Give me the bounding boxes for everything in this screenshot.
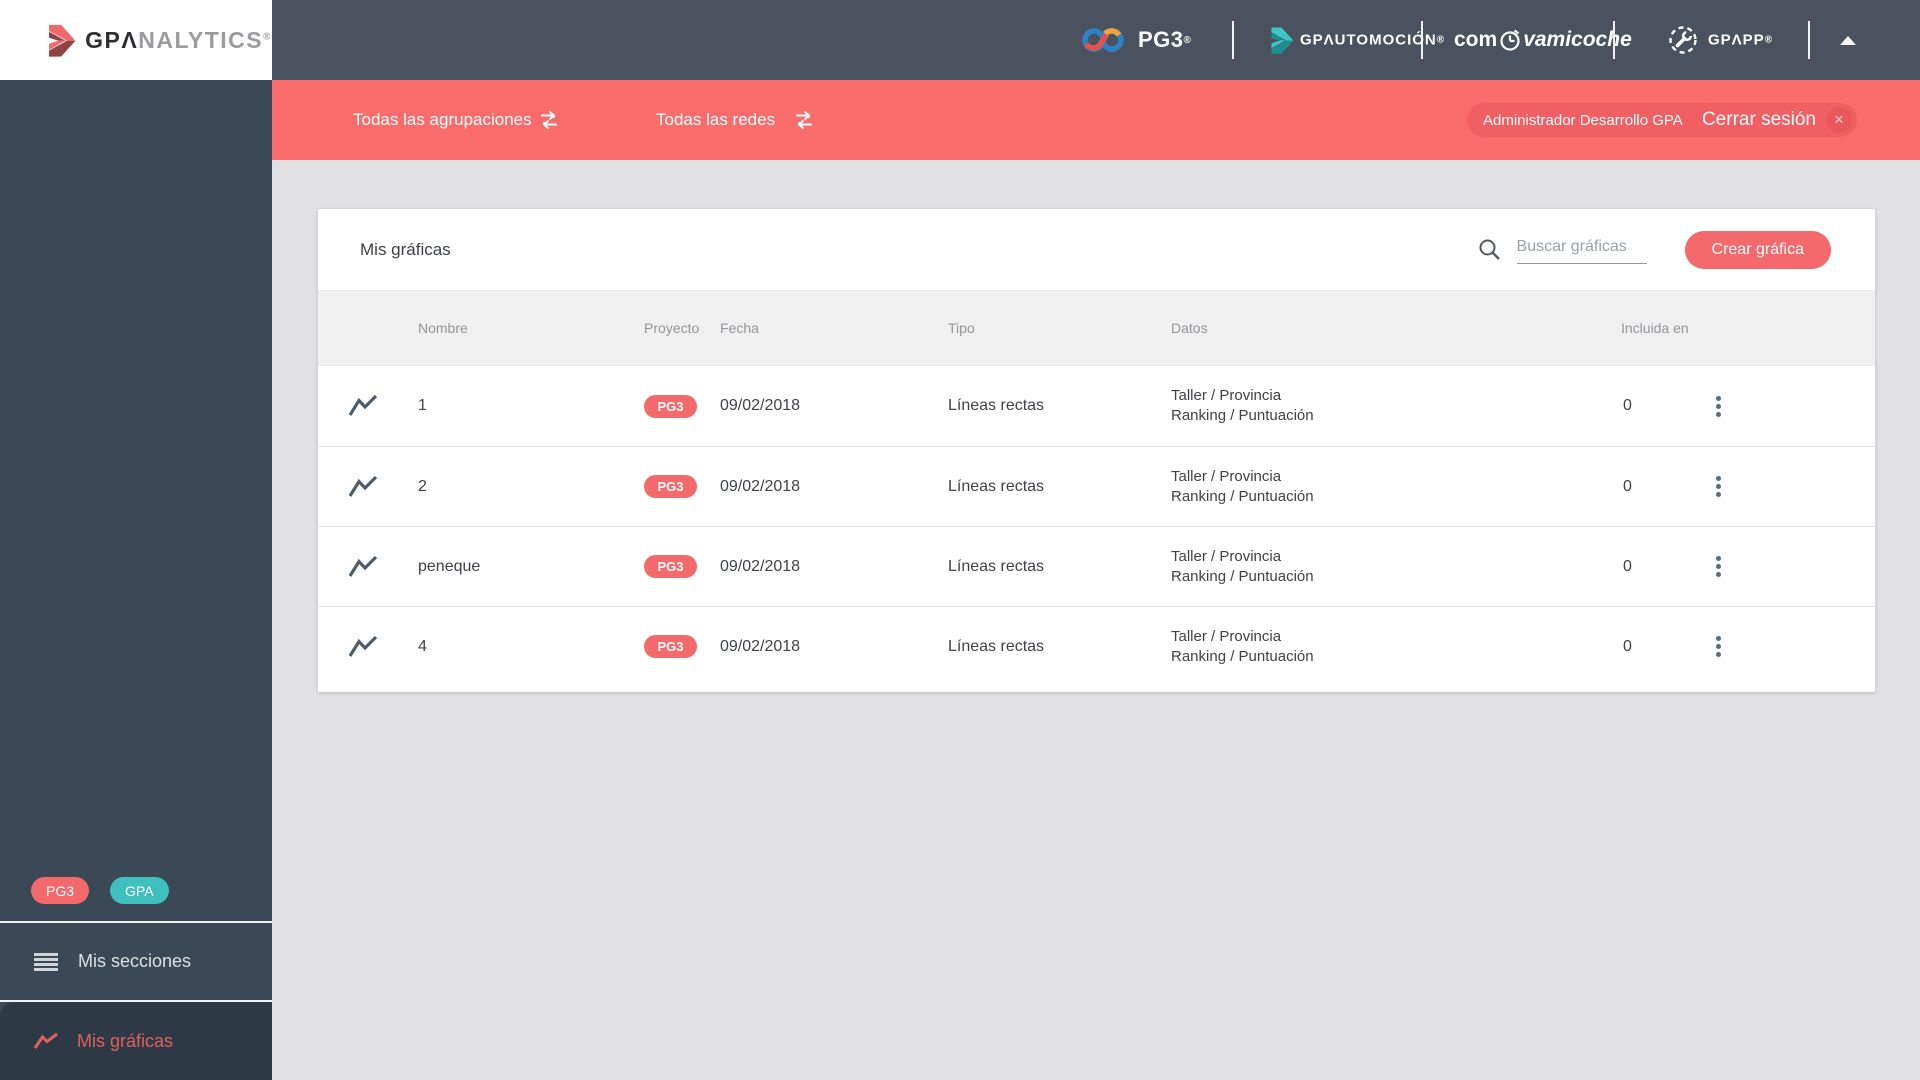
included-count: 0	[1623, 477, 1632, 495]
search-icon[interactable]	[1478, 238, 1501, 261]
chart-type: Líneas rectas	[948, 397, 1045, 414]
gpapp-logo[interactable]	[1666, 23, 1700, 57]
row-menu-button[interactable]	[1710, 551, 1739, 582]
column-header-tipo: Tipo	[948, 320, 975, 336]
gpautomocion-arrow-icon	[1271, 27, 1294, 54]
chart-name: 1	[418, 397, 427, 414]
line-chart-icon	[348, 475, 378, 497]
page-title: Mis gráficas	[360, 239, 451, 259]
comprovamicoche-logo[interactable]: com vamicoche	[1454, 27, 1632, 53]
pg3-wordmark[interactable]: PG3 ®	[1138, 27, 1191, 53]
project-badge: PG3	[644, 475, 697, 498]
collapse-header-arrow-icon[interactable]	[1840, 36, 1856, 45]
list-icon	[34, 952, 58, 971]
chart-type: Líneas rectas	[948, 637, 1045, 655]
chart-date: 09/02/2018	[720, 477, 801, 495]
project-badge: PG3	[644, 555, 697, 578]
filter-bar: Todas las agrupaciones Todas las redes A…	[272, 80, 1920, 160]
row-menu-button[interactable]	[1710, 391, 1739, 422]
search-input[interactable]	[1516, 235, 1647, 264]
column-header-datos: Datos	[1171, 320, 1208, 336]
column-header-fecha: Fecha	[720, 320, 759, 336]
line-chart-icon	[33, 1032, 58, 1049]
chart-data-fields: Taller / Provincia Ranking / Puntuación	[1171, 627, 1314, 665]
sidebar-item-label: Mis secciones	[78, 951, 192, 971]
gpapp-wordmark[interactable]: GPΛPP ®	[1708, 32, 1773, 49]
chart-date: 09/02/2018	[720, 637, 801, 655]
sidebar: PG3 GPA Mis secciones Mis gráficas	[0, 80, 272, 1080]
chart-data-fields: Taller / Provincia Ranking / Puntuación	[1171, 547, 1314, 585]
gpautomocion-logo[interactable]	[1264, 25, 1294, 55]
chart-type: Líneas rectas	[948, 557, 1045, 575]
chart-date: 09/02/2018	[720, 557, 801, 575]
gpa-analytics-wordmark: GPΛNALYTICS®	[85, 26, 272, 53]
included-count: 0	[1623, 397, 1632, 414]
gpa-analytics-logo-icon	[49, 24, 76, 57]
table-row: 2 PG3 09/02/2018 Líneas rectas Taller / …	[318, 446, 1875, 526]
pg3-infinity-icon	[1082, 28, 1124, 52]
column-header-nombre: Nombre	[418, 320, 468, 336]
sidebar-badges: PG3 GPA	[31, 877, 169, 904]
table-row: 4 PG3 09/02/2018 Líneas rectas Taller / …	[318, 606, 1875, 686]
header-separator	[1808, 21, 1810, 59]
gpautomocion-wordmark[interactable]: GPΛUTOMOCIÓN ®	[1300, 32, 1445, 49]
line-chart-icon	[348, 635, 378, 657]
session-pill: Administrador Desarrollo GPA Cerrar sesi…	[1467, 103, 1857, 137]
column-header-proyecto: Proyecto	[644, 320, 700, 336]
row-menu-button[interactable]	[1710, 631, 1739, 662]
chart-name: 4	[418, 637, 427, 655]
column-header-incluida: Incluida en	[1621, 320, 1689, 336]
sidebar-item-mis-graficas[interactable]: Mis gráficas	[0, 1002, 272, 1080]
included-count: 0	[1623, 557, 1632, 575]
logout-x-icon[interactable]: ✕	[1826, 107, 1852, 133]
pg3-logo[interactable]	[1080, 24, 1130, 56]
top-header-bar: GPΛNALYTICS® PG3 ® GPΛUTOMOCIÓN ® com vami…	[0, 0, 1920, 80]
pg3-badge[interactable]: PG3	[31, 877, 90, 904]
sidebar-item-mis-secciones[interactable]: Mis secciones	[0, 923, 272, 1000]
header-separator	[1613, 21, 1615, 59]
table-header-row: Nombre Proyecto Fecha Tipo Datos Incluid…	[318, 290, 1875, 366]
chart-name: 2	[418, 477, 427, 495]
logout-button[interactable]: Cerrar sesión	[1702, 109, 1816, 131]
sidebar-item-label: Mis gráficas	[77, 1030, 174, 1051]
networks-swap-icon[interactable]	[791, 109, 817, 132]
chart-name: peneque	[418, 557, 481, 575]
chart-date: 09/02/2018	[720, 397, 801, 414]
gpapp-wrench-icon	[1669, 26, 1697, 54]
groups-swap-icon[interactable]	[536, 109, 562, 132]
line-chart-icon	[348, 394, 378, 416]
project-badge: PG3	[644, 394, 697, 418]
chart-type: Líneas rectas	[948, 477, 1045, 495]
chart-data-fields: Taller / Provincia Ranking / Puntuación	[1171, 387, 1314, 424]
header-separator	[1421, 21, 1423, 59]
project-badge: PG3	[644, 635, 697, 658]
charts-card: Mis gráficas Crear gráfica Nombre Proyec…	[318, 209, 1875, 692]
header-separator	[1232, 21, 1234, 59]
included-count: 0	[1623, 637, 1632, 655]
create-chart-button[interactable]: Crear gráfica	[1684, 230, 1831, 269]
logged-user-label: Administrador Desarrollo GPA	[1483, 111, 1683, 129]
gpa-analytics-logo[interactable]: GPΛNALYTICS®	[0, 0, 272, 80]
table-row: 1 PG3 09/02/2018 Líneas rectas Taller / …	[318, 366, 1875, 446]
card-header: Mis gráficas Crear gráfica	[318, 209, 1875, 290]
row-menu-button[interactable]	[1710, 471, 1739, 502]
gpa-badge[interactable]: GPA	[110, 877, 169, 904]
clock-icon	[1500, 29, 1520, 51]
table-row: peneque PG3 09/02/2018 Líneas rectas Tal…	[318, 526, 1875, 606]
networks-filter[interactable]: Todas las redes	[656, 110, 775, 130]
groups-filter[interactable]: Todas las agrupaciones	[353, 110, 532, 130]
line-chart-icon	[348, 555, 378, 577]
chart-data-fields: Taller / Provincia Ranking / Puntuación	[1171, 467, 1314, 505]
